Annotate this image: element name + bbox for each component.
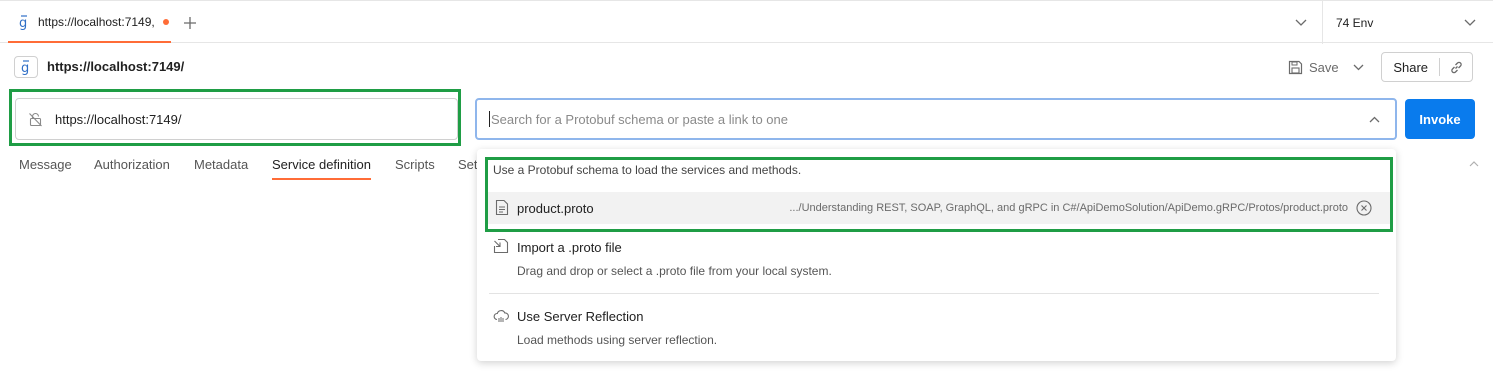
import-proto-option[interactable]: Import a .proto file	[517, 240, 622, 255]
grpc-icon: g	[18, 14, 30, 30]
save-label: Save	[1309, 59, 1339, 75]
request-header: g https://localhost:7149/ Save Share	[0, 43, 1493, 91]
protobuf-schema-search-input[interactable]: Search for a Protobuf schema or paste a …	[475, 98, 1397, 140]
chevron-up-icon	[1469, 161, 1479, 167]
share-group: Share	[1381, 52, 1473, 82]
unsaved-indicator	[162, 18, 169, 25]
tabs-menu-button[interactable]	[1291, 13, 1311, 33]
request-tab[interactable]: g https://localhost:7149,	[8, 2, 171, 43]
tab-settings[interactable]: Set	[458, 157, 478, 172]
server-reflection-description: Load methods using server reflection.	[517, 333, 718, 347]
environment-dropdown-button[interactable]	[1460, 13, 1480, 33]
chevron-up-icon	[1369, 116, 1379, 122]
schema-placeholder: Search for a Protobuf schema or paste a …	[491, 111, 789, 127]
invoke-button[interactable]: Invoke	[1405, 99, 1475, 139]
save-options-button[interactable]	[1350, 57, 1366, 77]
text-caret	[489, 111, 490, 127]
schema-dropdown-toggle[interactable]	[1365, 110, 1383, 128]
server-reflection-option[interactable]: Use Server Reflection	[517, 309, 643, 324]
chevron-down-icon	[1295, 19, 1307, 26]
environment-label: 74 Env	[1336, 15, 1374, 30]
save-button[interactable]: Save	[1288, 55, 1339, 79]
url-field[interactable]: https://localhost:7149/	[15, 98, 458, 140]
active-tab-indicator	[272, 178, 371, 180]
svg-text:g: g	[21, 61, 29, 75]
import-file-icon	[493, 238, 509, 254]
divider	[1322, 1, 1323, 44]
recent-schema-name: product.proto	[517, 201, 594, 216]
tab-service-definition[interactable]: Service definition	[272, 157, 371, 172]
plus-icon	[184, 17, 196, 29]
copy-link-button[interactable]	[1440, 53, 1472, 81]
import-proto-description: Drag and drop or select a .proto file fr…	[517, 264, 832, 278]
tab-authorization[interactable]: Authorization	[94, 157, 170, 172]
cloud-reflection-icon	[493, 308, 509, 324]
tab-metadata[interactable]: Metadata	[194, 157, 248, 172]
chevron-down-icon	[1353, 64, 1363, 70]
tab-scripts[interactable]: Scripts	[395, 157, 435, 172]
environment-selector[interactable]: 74 Env	[1336, 1, 1373, 44]
tab-bar: g https://localhost:7149, 74 Env	[0, 0, 1493, 44]
grpc-icon: g	[14, 56, 38, 78]
tab-message[interactable]: Message	[19, 157, 72, 172]
divider	[489, 293, 1379, 294]
collapse-button[interactable]	[1466, 156, 1482, 172]
tab-title: https://localhost:7149,	[38, 14, 155, 29]
link-icon	[1450, 61, 1462, 73]
remove-schema-button[interactable]	[1356, 200, 1372, 216]
new-tab-button[interactable]	[180, 13, 200, 33]
no-tls-lock-icon[interactable]	[28, 112, 43, 127]
svg-text:g: g	[19, 16, 27, 30]
schema-dropdown	[477, 149, 1396, 361]
request-name[interactable]: https://localhost:7149/	[47, 59, 184, 74]
save-icon	[1288, 60, 1303, 74]
chevron-down-icon	[1464, 19, 1476, 26]
url-text: https://localhost:7149/	[55, 111, 182, 127]
recent-schema-path: .../Understanding REST, SOAP, GraphQL, a…	[789, 202, 1348, 214]
file-icon	[495, 199, 509, 216]
share-button[interactable]: Share	[1382, 60, 1439, 75]
dropdown-hint: Use a Protobuf schema to load the servic…	[493, 163, 802, 177]
close-circle-icon	[1356, 200, 1372, 216]
